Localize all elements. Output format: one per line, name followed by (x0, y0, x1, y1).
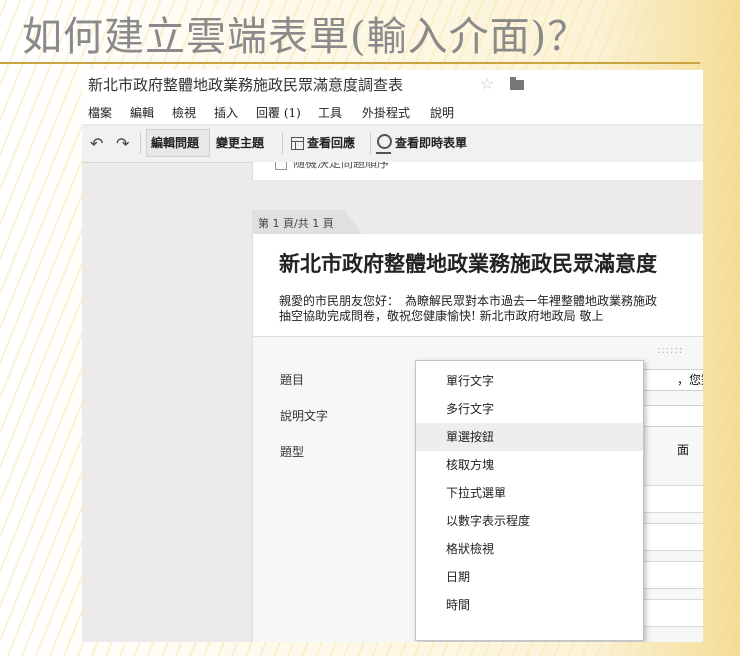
redo-icon[interactable]: ↷ (116, 134, 129, 153)
type-option-multiple-choice[interactable]: 單選按鈕 (416, 423, 643, 451)
shuffle-questions-label: 隨機決定問題順序 (293, 162, 390, 170)
menu-file[interactable]: 檔案 (88, 104, 112, 121)
form-description-line: 抽空協助完成問卷，敬祝您健康愉快! 新北市政府地政局 敬上 (279, 309, 604, 323)
question-type-label: 題型 (280, 445, 305, 459)
drag-handle-icon[interactable]: :::::: (657, 345, 683, 356)
undo-icon[interactable]: ↶ (90, 134, 103, 153)
document-title[interactable]: 新北市政府整體地政業務施政民眾滿意度調查表 (88, 74, 403, 95)
help-text-label: 說明文字 (280, 409, 329, 423)
type-option-label: 時間 (446, 598, 471, 612)
menu-edit[interactable]: 編輯 (130, 104, 154, 121)
view-responses-button[interactable]: 查看回應 (307, 134, 355, 151)
folder-icon[interactable] (510, 77, 524, 90)
question-type-value: 面 (677, 443, 690, 457)
live-form-icon (376, 134, 392, 154)
star-icon[interactable]: ☆ (480, 74, 494, 93)
toolbar: ↶ ↷ 編輯問題 變更主題 查看回應 查看即時表單 (82, 126, 703, 163)
settings-strip: 隨機決定問題順序 (252, 162, 703, 180)
document-header: 新北市政府整體地政業務施政民眾滿意度調查表 ☆ (82, 70, 703, 100)
forms-editor-screenshot: 新北市政府整體地政業務施政民眾滿意度調查表 ☆ 檔案 編輯 檢視 插入 回覆 (… (82, 70, 703, 642)
question-type-dropdown: 單行文字 多行文字 單選按鈕 核取方塊 下拉式選單 以數字表示程度 格狀檢視 日… (415, 360, 644, 641)
type-option-label: 單行文字 (446, 374, 495, 388)
form-description-line: 親愛的市民朋友您好： 為瞭解民眾對本市過去一年裡整體地政業務施政 (279, 294, 658, 308)
type-option-label: 下拉式選單 (446, 486, 507, 500)
menu-insert[interactable]: 插入 (214, 104, 238, 121)
toolbar-divider (370, 132, 371, 154)
menu-help[interactable]: 說明 (430, 104, 454, 121)
view-live-form-button[interactable]: 查看即時表單 (395, 134, 467, 151)
type-option-checkboxes[interactable]: 核取方塊 (416, 451, 643, 479)
type-option-label: 以數字表示程度 (446, 514, 531, 528)
type-option-label: 多行文字 (446, 402, 495, 416)
toolbar-divider (282, 132, 283, 154)
toolbar-divider (140, 132, 141, 154)
form-title[interactable]: 新北市政府整體地政業務施政民眾滿意度 (279, 248, 657, 278)
type-option-label: 格狀檢視 (446, 542, 495, 556)
page-indicator: 第 1 頁/共 1 頁 (258, 217, 334, 230)
grid-icon (291, 137, 304, 150)
page-indicator-tab: 第 1 頁/共 1 頁 (252, 210, 362, 234)
type-option-grid[interactable]: 格狀檢視 (416, 535, 643, 563)
type-option-time[interactable]: 時間 (416, 591, 643, 619)
form-description[interactable]: 親愛的市民朋友您好： 為瞭解民眾對本市過去一年裡整體地政業務施政 抽空協助完成問… (279, 294, 657, 324)
type-option-label: 日期 (446, 570, 471, 584)
menu-tools[interactable]: 工具 (318, 104, 342, 121)
menu-bar: 檔案 編輯 檢視 插入 回覆 (1) 工具 外掛程式 說明 (82, 100, 703, 124)
menu-responses[interactable]: 回覆 (1) (256, 104, 301, 121)
type-option-label: 單選按鈕 (446, 430, 495, 444)
menu-addons[interactable]: 外掛程式 (362, 104, 410, 121)
menu-view[interactable]: 檢視 (172, 104, 196, 121)
title-underline (0, 62, 700, 64)
edit-questions-label: 編輯問題 (151, 136, 200, 150)
type-option-scale[interactable]: 以數字表示程度 (416, 507, 643, 535)
shuffle-questions-checkbox[interactable] (275, 162, 287, 170)
question-title-label: 題目 (280, 373, 305, 387)
question-title-value: ，您對於 (677, 373, 703, 387)
type-option-dropdown[interactable]: 下拉式選單 (416, 479, 643, 507)
type-option-date[interactable]: 日期 (416, 563, 643, 591)
type-option-paragraph[interactable]: 多行文字 (416, 395, 643, 423)
type-option-short-text[interactable]: 單行文字 (416, 367, 643, 395)
change-theme-button[interactable]: 變更主題 (216, 134, 264, 151)
type-option-label: 核取方塊 (446, 458, 495, 472)
slide-title: 如何建立雲端表單(輸入介面)？ (22, 14, 589, 60)
